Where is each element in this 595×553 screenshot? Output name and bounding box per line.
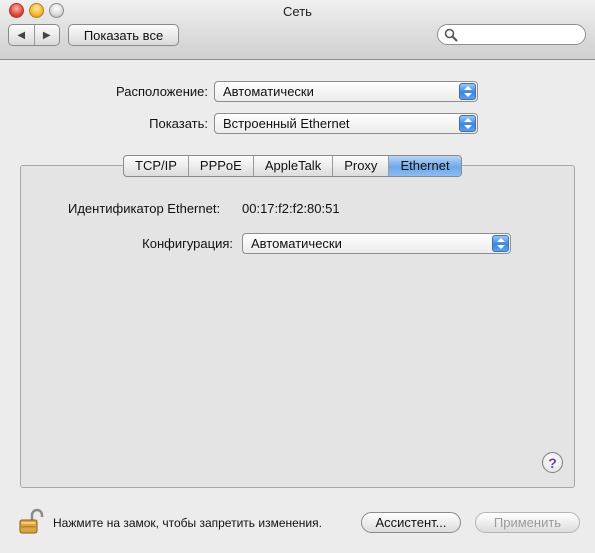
search-icon — [444, 28, 458, 42]
tab-proxy[interactable]: Proxy — [333, 156, 390, 176]
assistant-button[interactable]: Ассистент... — [361, 512, 461, 533]
forward-button[interactable]: ▶ — [35, 25, 60, 45]
lock-hint-text: Нажмите на замок, чтобы запретить измене… — [53, 516, 322, 530]
help-icon: ? — [548, 454, 557, 471]
search-input[interactable] — [460, 27, 578, 42]
show-all-button[interactable]: Показать все — [68, 24, 179, 46]
tab-tcpip[interactable]: TCP/IP — [124, 156, 189, 176]
popup-arrows-icon — [492, 235, 509, 252]
back-forward-control: ◀ ▶ — [8, 24, 60, 46]
help-button[interactable]: ? — [542, 452, 563, 473]
configuration-label: Конфигурация: — [142, 236, 233, 251]
popup-arrows-icon — [459, 115, 476, 132]
lock-icon[interactable] — [18, 508, 44, 534]
configuration-popup[interactable]: Автоматически — [242, 233, 511, 254]
popup-arrows-icon — [459, 83, 476, 100]
back-icon: ◀ — [17, 29, 26, 41]
location-value: Автоматически — [223, 84, 314, 99]
window-titlebar: Сеть ◀ ▶ Показать все — [0, 0, 595, 60]
tab-pppoe[interactable]: PPPoE — [189, 156, 254, 176]
back-button[interactable]: ◀ — [9, 25, 35, 45]
show-popup[interactable]: Встроенный Ethernet — [214, 113, 478, 134]
tab-ethernet[interactable]: Ethernet — [389, 156, 461, 176]
apply-button[interactable]: Применить — [475, 512, 580, 533]
location-popup[interactable]: Автоматически — [214, 81, 478, 102]
configuration-value: Автоматически — [251, 236, 342, 251]
forward-icon: ▶ — [42, 29, 51, 41]
tab-appletalk[interactable]: AppleTalk — [254, 156, 334, 176]
ethernet-id-label: Идентификатор Ethernet: — [68, 201, 221, 216]
location-label: Расположение: — [116, 84, 208, 99]
show-label: Показать: — [149, 116, 208, 131]
settings-tabs: TCP/IP PPPoE AppleTalk Proxy Ethernet — [123, 155, 462, 177]
show-value: Встроенный Ethernet — [223, 116, 350, 131]
search-field[interactable] — [437, 24, 586, 45]
ethernet-id-value: 00:17:f2:f2:80:51 — [242, 201, 340, 216]
window-title: Сеть — [283, 4, 312, 19]
